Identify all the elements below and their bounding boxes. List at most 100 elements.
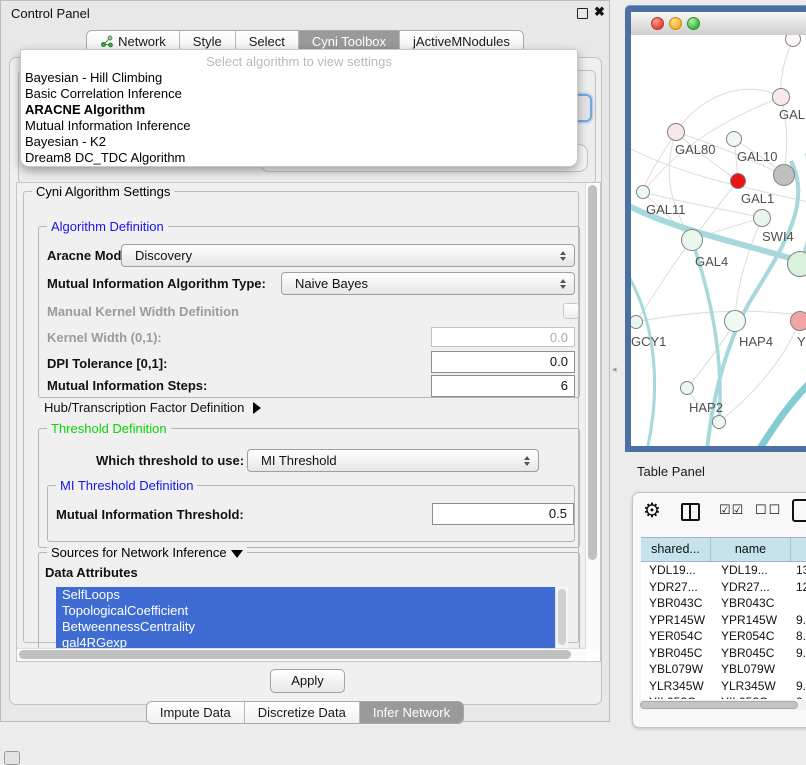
dropdown-item-aracne-algorithm[interactable]: ARACNE Algorithm	[21, 102, 577, 118]
node-label: GAL4	[695, 254, 728, 269]
aracne-mode-select[interactable]: Discovery	[121, 244, 575, 267]
divider-collapse-icon[interactable]: ◂	[612, 364, 617, 375]
table-row[interactable]: YER054CYER054C8.	[641, 628, 806, 645]
network-icon	[100, 35, 113, 48]
network-node[interactable]	[773, 164, 795, 186]
horizontal-scrollbar-thumb[interactable]	[19, 650, 571, 659]
node-label: GAL	[779, 107, 805, 122]
node-label: GCY1	[631, 334, 666, 349]
attribute-item-betweennesscentrality[interactable]: BetweennessCentrality	[56, 619, 568, 635]
node-label: Y	[797, 334, 806, 349]
table-row[interactable]: YBL079WYBL079W	[641, 661, 806, 678]
column-header-a[interactable]: A	[791, 538, 806, 561]
manual-kernel-checkbox[interactable]	[563, 303, 579, 319]
apply-button[interactable]: Apply	[270, 669, 345, 693]
network-node[interactable]	[712, 415, 726, 429]
network-node[interactable]	[787, 251, 806, 277]
mi-threshold-field[interactable]: 0.5	[432, 503, 574, 525]
node-label: GAL80	[675, 142, 715, 157]
tab-impute-data[interactable]: Impute Data	[147, 702, 244, 723]
algorithm-dropdown-popup: Select algorithm to view settings Bayesi…	[20, 49, 578, 167]
table-cell: 9.	[791, 645, 806, 662]
horizontal-scrollbar[interactable]	[17, 648, 586, 661]
table-cell: YIL052C	[641, 694, 711, 699]
aracne-mode-value: Discovery	[122, 248, 556, 263]
network-node-gal[interactable]	[772, 88, 790, 106]
dpi-tolerance-field[interactable]: 0.0	[431, 351, 575, 373]
which-threshold-select[interactable]: MI Threshold	[247, 449, 539, 472]
list-scrollbar[interactable]	[555, 587, 568, 651]
kernel-width-field[interactable]: 0.0	[431, 327, 575, 347]
network-node-hap4[interactable]	[724, 310, 746, 332]
table-row[interactable]: YDL19...YDL19...13	[641, 562, 806, 579]
table-mode-icon[interactable]	[792, 499, 806, 522]
column-header-shared[interactable]: shared...	[641, 538, 711, 561]
deselect-columns-icon[interactable]: ☐☐	[755, 502, 782, 518]
dropdown-item-bayesian-k2[interactable]: Bayesian - K2	[21, 134, 577, 150]
mi-steps-field[interactable]: 6	[431, 375, 575, 397]
tab-infer-network[interactable]: Infer Network	[359, 702, 463, 723]
table-horizontal-scrollbar[interactable]	[639, 700, 806, 710]
dropdown-item-mutual-information-inference[interactable]: Mutual Information Inference	[21, 118, 577, 134]
column-layout-icon[interactable]	[681, 503, 700, 521]
network-node-swi4[interactable]	[753, 209, 771, 227]
threshold-definition-group: Threshold Definition Which threshold to …	[38, 428, 580, 548]
dropdown-item-bayesian-hill-climbing[interactable]: Bayesian - Hill Climbing	[21, 70, 577, 86]
network-canvas[interactable]: GALGAL80GAL10GAL1GAL11SWI4GAL4GCY1HAP4YH…	[631, 35, 806, 446]
table-cell	[791, 595, 806, 612]
table-scrollbar-thumb[interactable]	[640, 701, 798, 709]
network-node-hap2[interactable]	[680, 381, 694, 395]
network-node-gal10[interactable]	[726, 131, 742, 147]
zoom-traffic-light-icon[interactable]	[687, 17, 700, 30]
float-window-icon[interactable]	[577, 8, 588, 19]
table-row[interactable]: YBR043CYBR043C	[641, 595, 806, 612]
table-row[interactable]: YPR145WYPR145W9.	[641, 612, 806, 629]
vertical-scrollbar-thumb[interactable]	[588, 185, 597, 560]
table-row[interactable]: YDR27...YDR27...12	[641, 579, 806, 596]
table-cell: YDL19...	[641, 562, 711, 579]
network-window-titlebar[interactable]	[631, 12, 806, 36]
network-node-gal1[interactable]	[730, 173, 746, 189]
table-cell: YDL19...	[711, 562, 791, 579]
network-node-gal80[interactable]	[667, 123, 685, 141]
table-cell: YER054C	[711, 628, 791, 645]
table-row[interactable]: YIL052CYIL052C0.	[641, 694, 806, 699]
dpi-tolerance-label: DPI Tolerance [0,1]:	[47, 356, 167, 371]
table-cell: YBR045C	[711, 645, 791, 662]
sources-title[interactable]: Sources for Network Inference	[47, 545, 247, 560]
group-title: Cyni Algorithm Settings	[32, 184, 174, 199]
cyni-toolbox-panel: Select algorithm to view settings Bayesi…	[9, 57, 602, 705]
table-row[interactable]: YBR045CYBR045C9.	[641, 645, 806, 662]
close-traffic-light-icon[interactable]	[651, 17, 664, 30]
close-window-icon[interactable]: ✖	[594, 4, 605, 20]
mi-type-select[interactable]: Naive Bayes	[281, 272, 575, 295]
group-title: Threshold Definition	[47, 421, 171, 436]
network-node-gal4[interactable]	[681, 229, 703, 251]
window-title: Control Panel	[11, 6, 90, 21]
attribute-item-selfloops[interactable]: SelfLoops	[56, 587, 568, 603]
stepper-arrows-icon	[556, 279, 570, 289]
table-cell: 9.	[791, 612, 806, 629]
table-row[interactable]: YLR345WYLR345W9.	[641, 678, 806, 695]
table-cell: YPR145W	[711, 612, 791, 629]
attribute-item-topologicalcoefficient[interactable]: TopologicalCoefficient	[56, 603, 568, 619]
dropdown-item-dream8-dc-tdc-algorithm[interactable]: Dream8 DC_TDC Algorithm	[21, 150, 577, 166]
hub-definition-expander[interactable]: Hub/Transcription Factor Definition	[44, 400, 261, 415]
table-cell: YBR043C	[711, 595, 791, 612]
list-scrollbar-thumb[interactable]	[558, 589, 566, 645]
dropdown-item-basic-correlation-inference[interactable]: Basic Correlation Inference	[21, 86, 577, 102]
network-node-gal11[interactable]	[636, 185, 650, 199]
minimized-panel-icon[interactable]	[4, 751, 20, 765]
minimize-traffic-light-icon[interactable]	[669, 17, 682, 30]
column-header-name[interactable]: name	[711, 538, 791, 561]
gear-icon[interactable]: ⚙	[643, 498, 661, 523]
control-panel-window: Control Panel ✖ NetworkStyleSelectCyni T…	[0, 0, 610, 722]
mi-steps-label: Mutual Information Steps:	[47, 378, 207, 393]
network-node-y[interactable]	[790, 311, 806, 331]
mi-threshold-definition-group: MI Threshold Definition Mutual Informati…	[47, 485, 575, 542]
mi-type-value: Naive Bayes	[282, 276, 556, 291]
tab-discretize-data[interactable]: Discretize Data	[244, 702, 359, 723]
vertical-scrollbar[interactable]	[585, 183, 600, 649]
select-all-columns-icon[interactable]: ☑☑	[719, 502, 744, 518]
tab-label: Network	[118, 34, 166, 49]
